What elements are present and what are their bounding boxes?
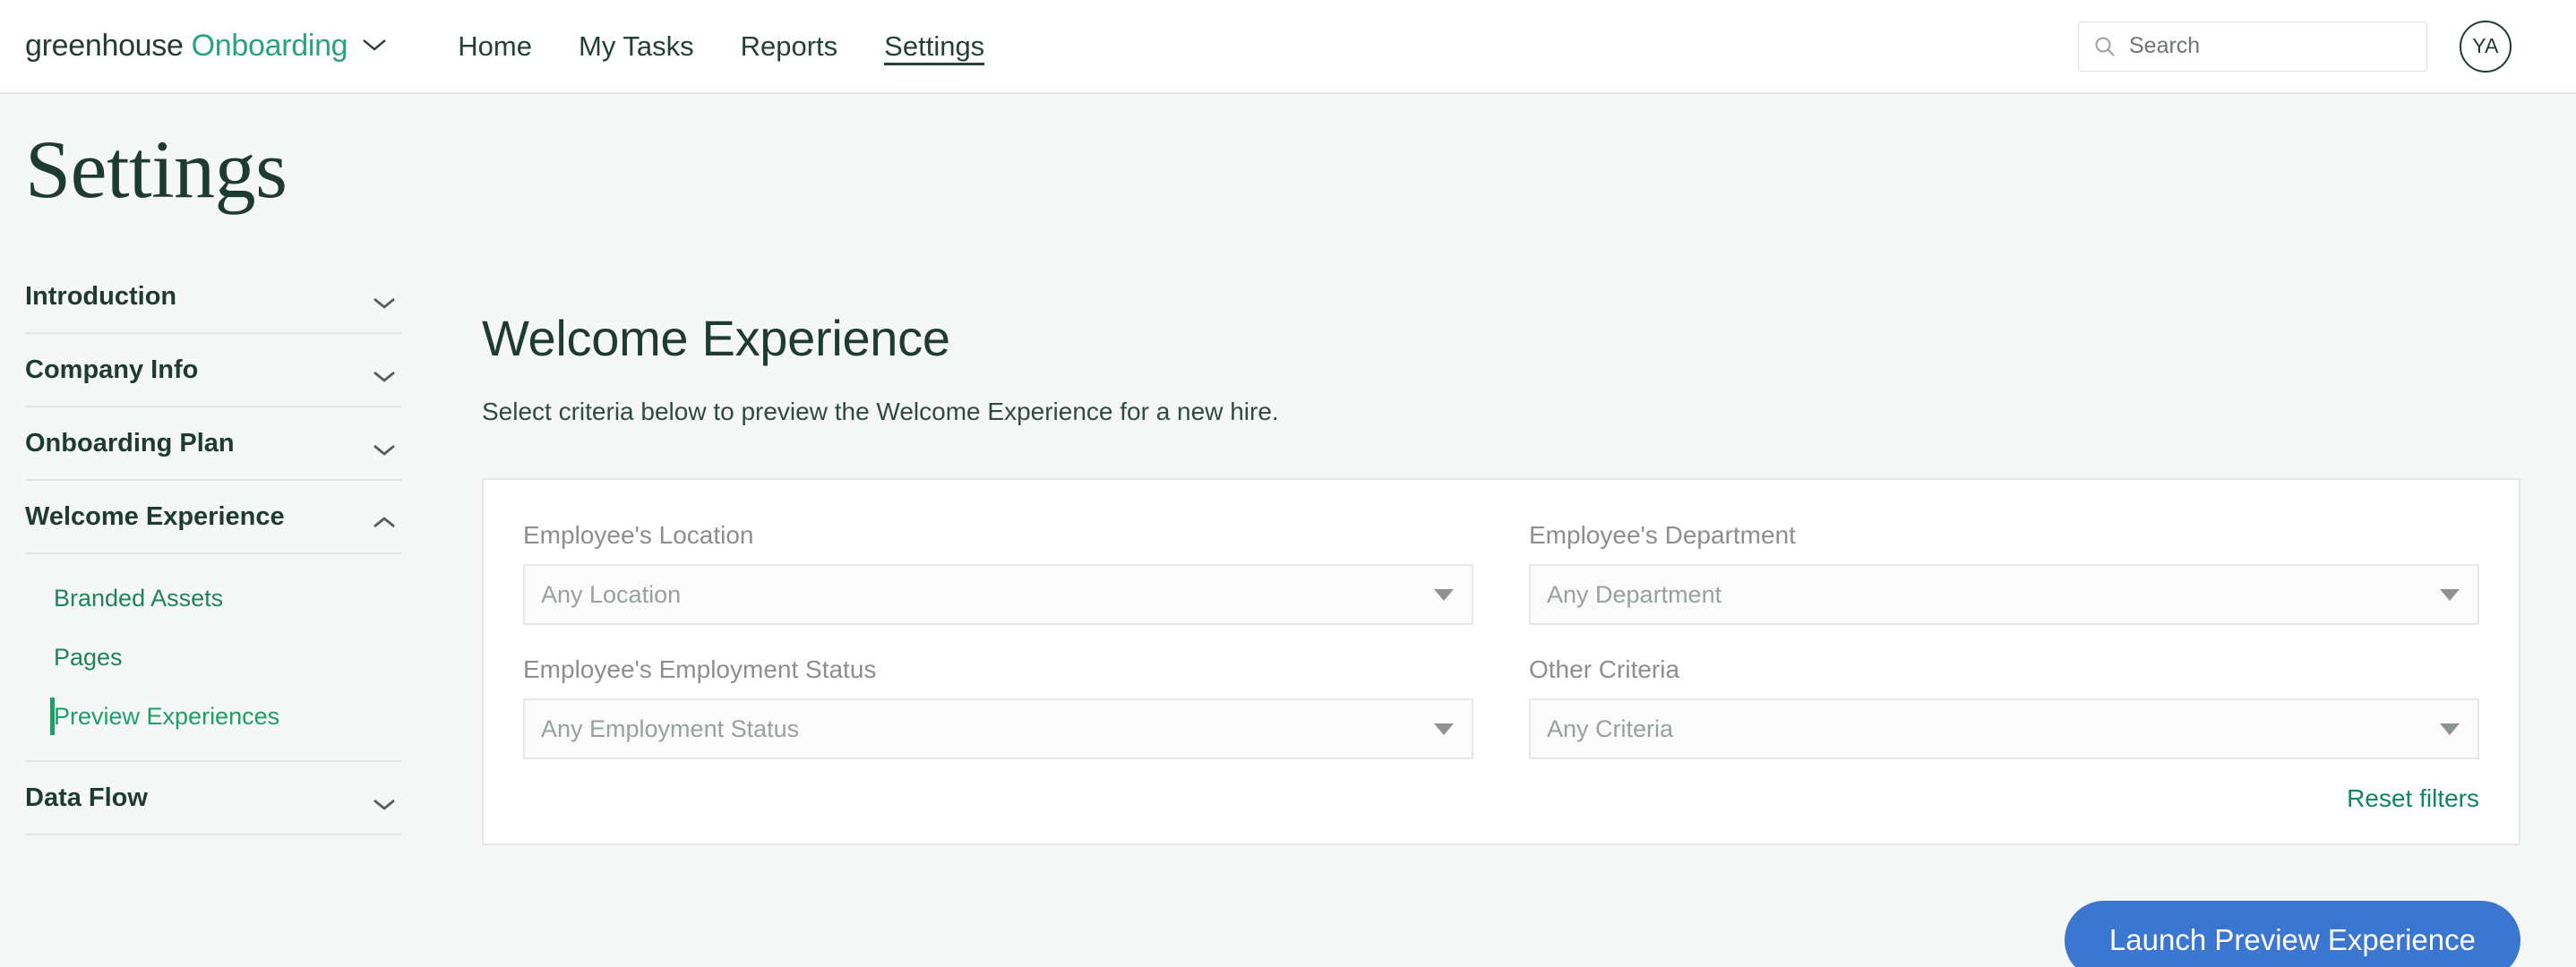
caret-down-icon <box>2440 723 2460 735</box>
sidebar-sublist-welcome-experience: Branded Assets Pages Preview Experiences <box>25 554 401 762</box>
nav-item-home[interactable]: Home <box>434 0 555 92</box>
field-label: Employee's Location <box>523 521 754 549</box>
sidebar-item-label: Introduction <box>25 281 177 311</box>
brand-name-onboarding: Onboarding <box>191 29 348 63</box>
page-actions: Launch Preview Experience <box>482 901 2520 967</box>
field-other-criteria: Other Criteria Any Criteria <box>1529 655 2479 759</box>
field-employee-location: Employee's Location Any Location <box>523 521 1473 625</box>
brand-name-greenhouse: greenhouse <box>25 29 184 63</box>
chevron-down-icon <box>371 362 398 382</box>
sidebar-item-label: Data Flow <box>25 783 148 812</box>
other-criteria-select[interactable]: Any Criteria <box>1529 698 2479 759</box>
sidebar-item-branded-assets[interactable]: Branded Assets <box>25 569 401 628</box>
nav-item-my-tasks[interactable]: My Tasks <box>555 0 717 92</box>
page-body: Settings Introduction Company Info Onboa… <box>0 94 2576 967</box>
search-icon <box>2093 35 2117 58</box>
chevron-down-icon <box>371 435 398 456</box>
field-label: Employee's Department <box>1529 521 1796 549</box>
top-navigation-bar: greenhouse Onboarding Home My Tasks Repo… <box>0 0 2576 94</box>
reset-filters-link[interactable]: Reset filters <box>2347 784 2479 813</box>
location-select[interactable]: Any Location <box>523 564 1473 625</box>
field-employee-department: Employee's Department Any Department <box>1529 521 2479 625</box>
sidebar-nav: Introduction Company Info Onboarding Pla… <box>25 261 401 835</box>
sidebar-item-data-flow[interactable]: Data Flow <box>25 762 401 835</box>
sidebar-item-label: Company Info <box>25 355 199 384</box>
select-value: Any Criteria <box>1547 715 1674 742</box>
department-select[interactable]: Any Department <box>1529 564 2479 625</box>
sidebar-item-welcome-experience[interactable]: Welcome Experience <box>25 481 401 554</box>
top-bar-right: YA <box>2078 20 2512 73</box>
chevron-down-icon <box>371 288 398 309</box>
sidebar-item-introduction[interactable]: Introduction <box>25 261 401 334</box>
main-nav: Home My Tasks Reports Settings <box>434 0 1008 92</box>
sidebar-item-preview-experiences[interactable]: Preview Experiences <box>25 687 401 746</box>
sidebar-item-pages[interactable]: Pages <box>25 628 401 687</box>
select-value: Any Employment Status <box>541 715 800 742</box>
criteria-card: Employee's Location Any Location Employe… <box>482 478 2520 845</box>
chevron-down-icon[interactable] <box>361 37 388 57</box>
section-title: Welcome Experience <box>482 310 950 366</box>
avatar[interactable]: YA <box>2460 20 2512 73</box>
section-subtitle: Select criteria below to preview the Wel… <box>482 398 1279 425</box>
chevron-up-icon <box>371 509 398 528</box>
field-label: Employee's Employment Status <box>523 655 877 683</box>
page-title: Settings <box>25 124 288 215</box>
search-box[interactable] <box>2078 21 2427 72</box>
settings-sidebar: Settings Introduction Company Info Onboa… <box>0 94 482 967</box>
chevron-down-icon <box>371 790 398 810</box>
sidebar-item-label: Onboarding Plan <box>25 428 235 458</box>
sidebar-item-company-info[interactable]: Company Info <box>25 334 401 407</box>
employment-status-select[interactable]: Any Employment Status <box>523 698 1473 759</box>
sidebar-item-onboarding-plan[interactable]: Onboarding Plan <box>25 407 401 481</box>
caret-down-icon <box>1434 588 1454 601</box>
criteria-card-footer: Reset filters <box>523 784 2479 813</box>
select-value: Any Department <box>1547 580 1722 608</box>
caret-down-icon <box>2440 588 2460 601</box>
criteria-grid: Employee's Location Any Location Employe… <box>523 521 2479 759</box>
field-employment-status: Employee's Employment Status Any Employm… <box>523 655 1473 759</box>
main-content: Welcome Experience Select criteria below… <box>482 94 2576 967</box>
nav-item-reports[interactable]: Reports <box>717 0 862 92</box>
nav-item-settings[interactable]: Settings <box>861 0 1008 92</box>
sidebar-item-label: Welcome Experience <box>25 501 285 531</box>
launch-preview-experience-button[interactable]: Launch Preview Experience <box>2064 901 2520 967</box>
brand-logo[interactable]: greenhouse Onboarding <box>25 29 388 64</box>
caret-down-icon <box>1434 723 1454 735</box>
field-label: Other Criteria <box>1529 655 1680 683</box>
select-value: Any Location <box>541 580 682 608</box>
search-input[interactable] <box>2129 33 2412 59</box>
